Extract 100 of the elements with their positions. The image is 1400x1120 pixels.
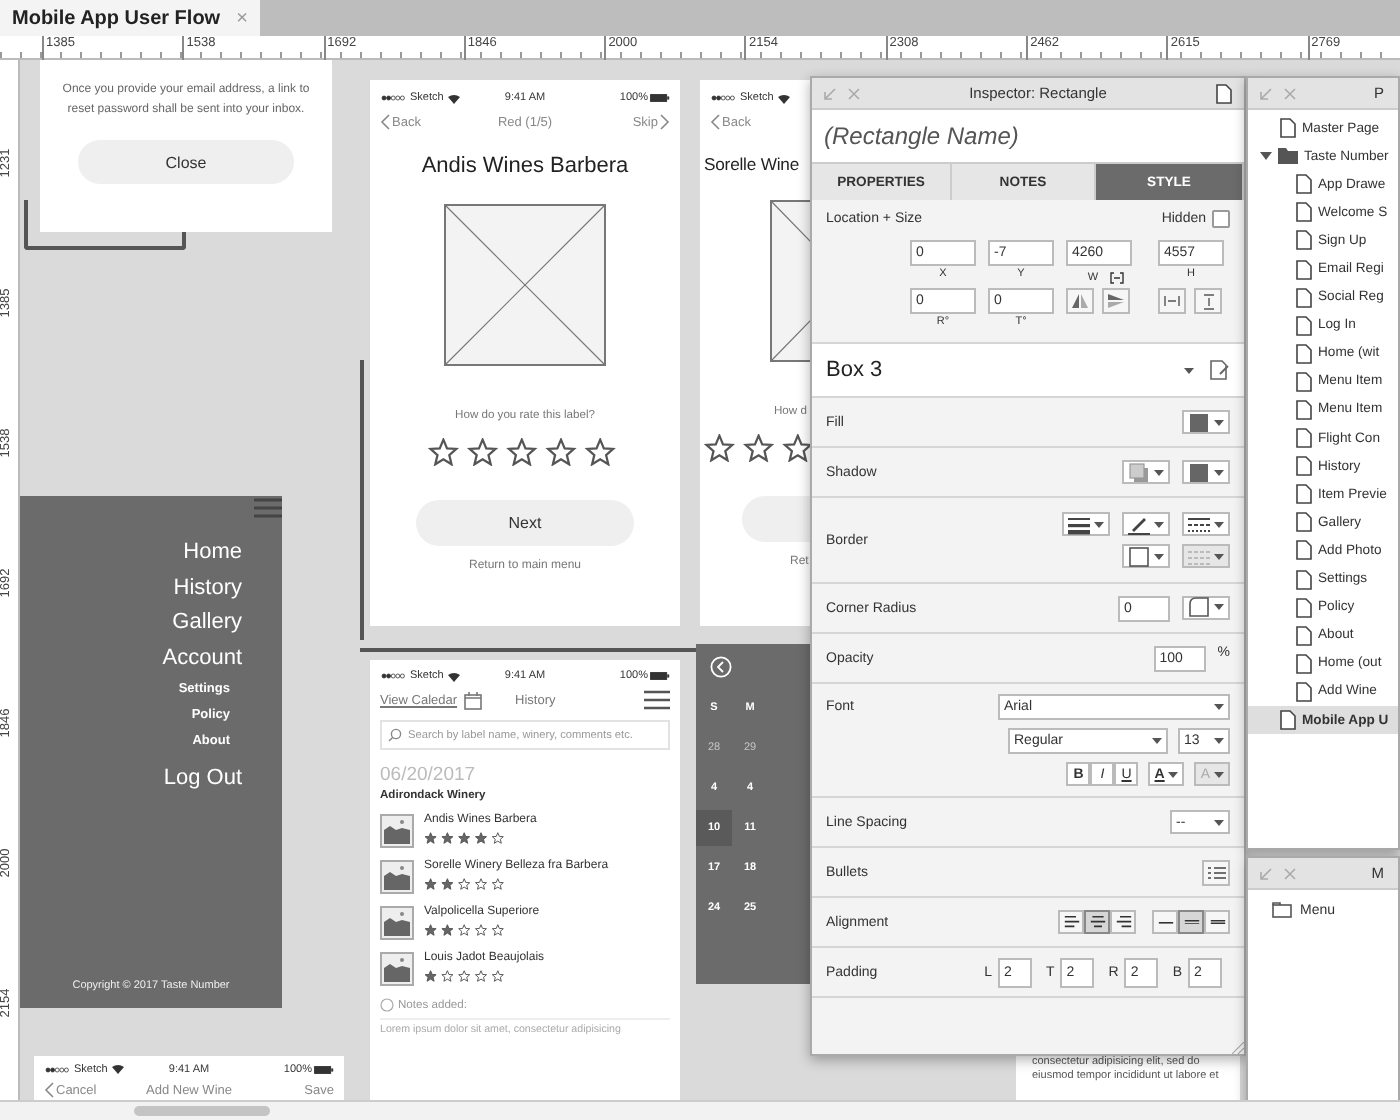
page-icon bbox=[1296, 399, 1312, 420]
caret-icon bbox=[1214, 604, 1224, 610]
color-dropdown[interactable] bbox=[1182, 410, 1230, 434]
battery-icon bbox=[650, 94, 670, 102]
line-weight-dropdown[interactable] bbox=[1062, 512, 1110, 536]
page-icon bbox=[1296, 569, 1312, 590]
distribute-horizontal-button[interactable] bbox=[1158, 288, 1186, 314]
corner-style-dropdown[interactable] bbox=[1182, 595, 1230, 619]
caret-icon bbox=[1154, 521, 1164, 527]
caret-icon bbox=[1168, 771, 1179, 777]
nav-link[interactable]: Account bbox=[162, 641, 282, 676]
style-menu-icon[interactable] bbox=[1210, 360, 1230, 380]
distribute-vertical-button[interactable] bbox=[1194, 288, 1222, 314]
close-button[interactable]: Close bbox=[78, 140, 294, 184]
caret-icon bbox=[1214, 469, 1224, 475]
signal-icon bbox=[710, 94, 736, 102]
nav-link[interactable]: Gallery bbox=[172, 606, 282, 641]
battery-icon bbox=[650, 672, 670, 680]
align-button[interactable] bbox=[1058, 910, 1084, 934]
caret-icon bbox=[1184, 367, 1194, 373]
bullets-button[interactable] bbox=[1202, 859, 1230, 885]
page-icon bbox=[1296, 512, 1312, 533]
caret-icon bbox=[1152, 738, 1162, 744]
page-icon bbox=[1296, 625, 1312, 646]
border-color-dropdown[interactable] bbox=[1122, 512, 1170, 536]
align-button[interactable] bbox=[1178, 910, 1204, 934]
line-weight-icon bbox=[1068, 517, 1090, 534]
bullet-list-icon bbox=[1207, 865, 1225, 879]
align-middle-icon bbox=[1183, 919, 1199, 925]
style-name[interactable]: Box 3 bbox=[826, 358, 883, 382]
caret-icon bbox=[1214, 419, 1224, 425]
menu-icon[interactable] bbox=[644, 690, 670, 710]
caret-icon bbox=[1214, 771, 1224, 777]
nav-link[interactable]: Log Out bbox=[163, 762, 282, 797]
flip-horizontal-icon bbox=[1072, 294, 1088, 308]
flip-horizontal-button[interactable] bbox=[1066, 288, 1094, 314]
page-icon bbox=[1296, 174, 1312, 195]
radio-circle-icon bbox=[380, 998, 394, 1012]
back-chevron-icon bbox=[44, 1082, 54, 1098]
border-sides-dropdown[interactable] bbox=[1122, 544, 1170, 568]
page-icon bbox=[1296, 428, 1312, 449]
page-icon bbox=[1296, 456, 1312, 477]
calendar-icon bbox=[463, 691, 482, 709]
image-thumbnail-icon bbox=[380, 906, 414, 940]
color-swatch-icon bbox=[1190, 413, 1208, 431]
align-button[interactable] bbox=[1152, 910, 1178, 934]
back-chevron-icon bbox=[380, 114, 390, 130]
expand-arrow-icon[interactable] bbox=[1260, 150, 1272, 163]
nav-link[interactable]: History bbox=[173, 571, 282, 606]
page-icon bbox=[1280, 710, 1296, 731]
caret-icon bbox=[1214, 704, 1224, 710]
flip-vertical-button[interactable] bbox=[1102, 288, 1130, 314]
document-tab[interactable]: Mobile App User Flow × bbox=[0, 0, 260, 36]
page-icon bbox=[1296, 230, 1312, 251]
page-icon bbox=[1296, 597, 1312, 618]
flip-vertical-icon bbox=[1108, 294, 1124, 308]
chevron-icon bbox=[660, 114, 670, 130]
page-icon[interactable] bbox=[1216, 83, 1232, 103]
align-button[interactable] bbox=[1110, 910, 1136, 934]
wine-title: Andis Wines Barbera bbox=[421, 154, 629, 178]
master-icon bbox=[1272, 902, 1292, 918]
next-button[interactable]: Next bbox=[416, 500, 634, 546]
wifi-icon bbox=[111, 1064, 124, 1074]
page-icon bbox=[1296, 681, 1312, 702]
hidden-checkbox[interactable] bbox=[1212, 210, 1230, 228]
resize-grip-icon[interactable] bbox=[1232, 1042, 1244, 1054]
image-thumbnail-icon bbox=[380, 860, 414, 894]
nav-link[interactable]: Home bbox=[183, 536, 282, 571]
name-field[interactable]: (Rectangle Name) bbox=[812, 110, 1244, 162]
date-heading: 06/20/2017 bbox=[380, 764, 478, 786]
caret-icon bbox=[1094, 521, 1104, 527]
rounded-corner-icon bbox=[1189, 597, 1209, 617]
shadow-dropdown[interactable] bbox=[1122, 460, 1170, 484]
back-circle-icon[interactable] bbox=[710, 656, 732, 678]
caret-icon bbox=[1214, 553, 1224, 559]
align-button[interactable] bbox=[1204, 910, 1230, 934]
dashed-line-icon bbox=[1188, 550, 1210, 564]
caret-icon bbox=[1214, 819, 1224, 825]
color-dropdown[interactable] bbox=[1182, 460, 1230, 484]
lock-ratio-icon[interactable] bbox=[1110, 271, 1125, 283]
signal-icon bbox=[380, 94, 406, 102]
scrollbar-thumb[interactable] bbox=[134, 1106, 270, 1116]
battery-icon bbox=[314, 1065, 334, 1073]
square-outline-icon bbox=[1129, 546, 1149, 566]
page-icon bbox=[1296, 540, 1312, 561]
align-button[interactable] bbox=[1084, 910, 1110, 934]
align-left-icon bbox=[1063, 916, 1079, 928]
back-chevron-icon bbox=[710, 114, 720, 130]
line-ends-dropdown[interactable] bbox=[1182, 544, 1230, 568]
signal-icon bbox=[44, 1065, 70, 1073]
align-center-icon bbox=[1089, 916, 1105, 928]
dashed-line-icon bbox=[1188, 517, 1210, 531]
page-icon bbox=[1296, 315, 1312, 336]
wifi-icon bbox=[447, 93, 460, 103]
page-icon bbox=[1296, 371, 1312, 392]
shadow-icon bbox=[1129, 462, 1148, 481]
caret-icon bbox=[1154, 469, 1164, 475]
folder-icon bbox=[1278, 148, 1298, 165]
page-icon bbox=[1296, 484, 1312, 505]
border-style-dropdown[interactable] bbox=[1182, 512, 1230, 536]
